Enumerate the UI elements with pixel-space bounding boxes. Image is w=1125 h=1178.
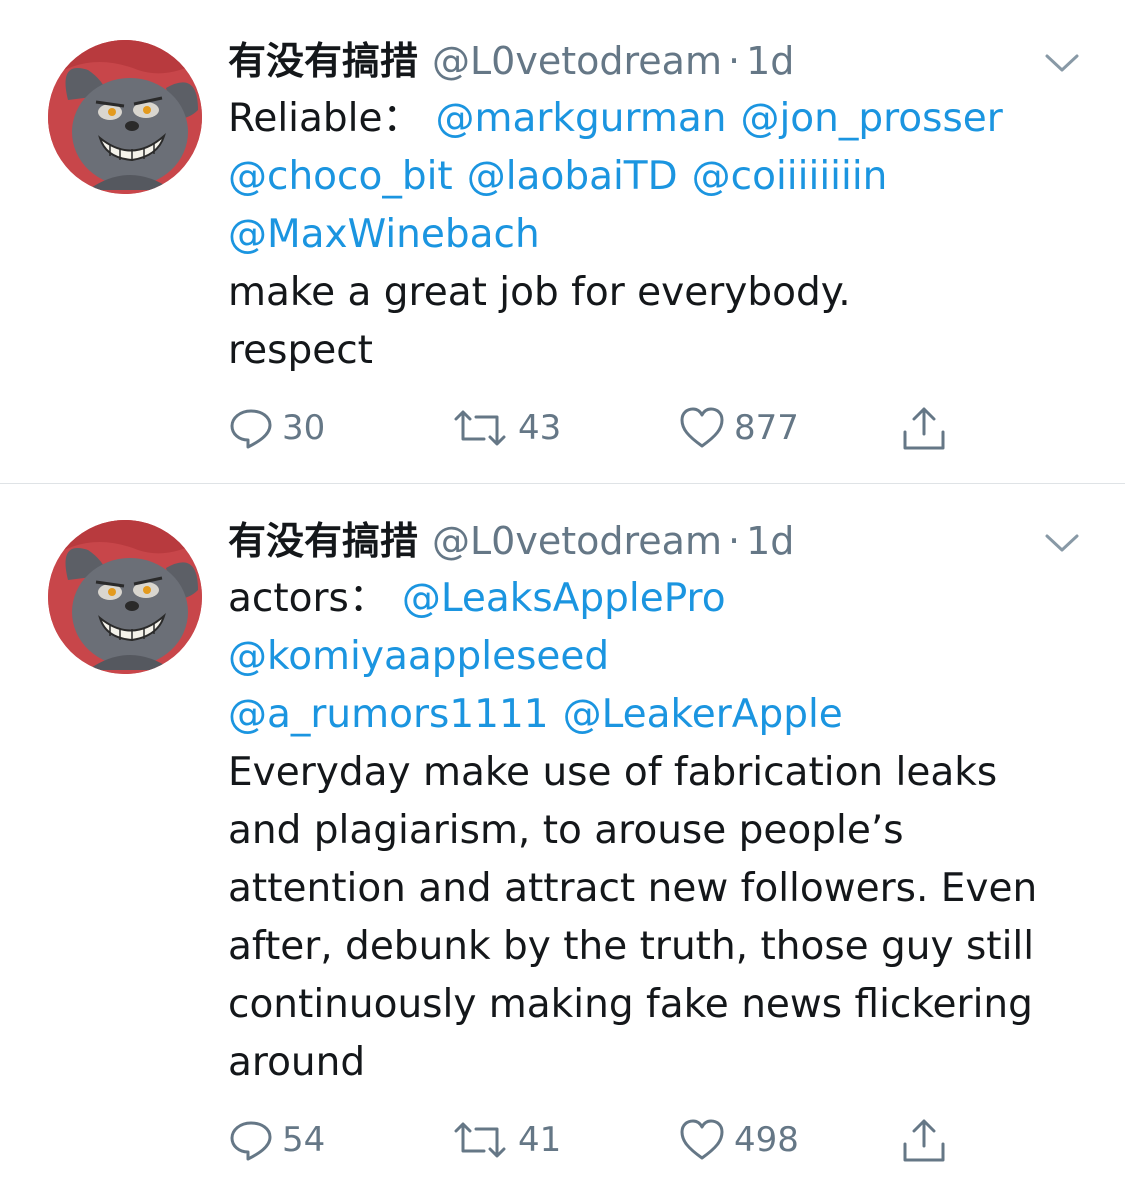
- cartoon-cat-avatar-icon: [48, 520, 202, 674]
- tweet-text-line: actors： @LeaksApplePro: [228, 570, 1088, 628]
- chevron-down-icon[interactable]: [1044, 532, 1080, 556]
- avatar[interactable]: [48, 520, 202, 674]
- tweet-header: 有没有搞措 @L0vetodream · 1d: [228, 516, 794, 566]
- tweet-text-line: @choco_bit @laobaiTD @coiiiiiiiin: [228, 148, 1088, 206]
- timestamp[interactable]: 1d: [746, 519, 794, 563]
- tweet-text-line: @a_rumors1111 @LeakerApple: [228, 686, 1088, 744]
- heart-icon: [680, 407, 724, 448]
- tweet-header: 有没有搞措 @L0vetodream · 1d: [228, 36, 794, 86]
- tweet-text-line: and plagiarism, to arouse people’s: [228, 808, 904, 853]
- share-button[interactable]: [900, 1114, 948, 1166]
- chevron-down-icon[interactable]: [1044, 52, 1080, 76]
- share-button[interactable]: [900, 402, 948, 454]
- reply-button[interactable]: 54: [228, 1114, 325, 1166]
- mention-link[interactable]: @laobaiTD: [467, 154, 678, 199]
- mention-link[interactable]: @choco_bit: [228, 154, 453, 199]
- retweet-icon: [454, 1122, 506, 1158]
- tweet-text-line: @komiyaappleseed: [228, 628, 1088, 686]
- tweet-text-line: respect: [228, 328, 373, 373]
- author-handle[interactable]: @L0vetodream: [432, 519, 722, 563]
- tweet-text-line: Reliable： @markgurman @jon_prosser: [228, 90, 1088, 148]
- reply-icon: [230, 409, 272, 449]
- separator: ·: [727, 519, 741, 563]
- share-icon: [903, 1119, 945, 1162]
- tweet-text-line: make a great job for everybody.: [228, 270, 851, 315]
- tweet-text-line: around: [228, 1040, 366, 1085]
- tweet-text-line: after, debunk by the truth, those guy st…: [228, 924, 1035, 969]
- reply-icon: [230, 1121, 272, 1161]
- text-span: actors：: [228, 576, 388, 621]
- like-count: 877: [734, 408, 799, 448]
- tweet-text: Reliable： @markgurman @jon_prosser @choco_…: [228, 90, 1088, 380]
- tweet-text-line: @MaxWinebach: [228, 206, 1088, 264]
- author-name[interactable]: 有没有搞措: [228, 519, 418, 563]
- cartoon-cat-avatar-icon: [48, 40, 202, 194]
- share-icon: [903, 407, 945, 450]
- mention-link[interactable]: @a_rumors1111: [228, 692, 549, 737]
- reply-button[interactable]: 30: [228, 402, 325, 454]
- reply-count: 54: [282, 1120, 326, 1160]
- author-handle[interactable]: @L0vetodream: [432, 39, 722, 83]
- like-button[interactable]: 877: [678, 402, 799, 454]
- separator: ·: [727, 39, 741, 83]
- retweet-button[interactable]: 43: [450, 402, 561, 454]
- retweet-button[interactable]: 41: [450, 1114, 561, 1166]
- author-name[interactable]: 有没有搞措: [228, 39, 418, 83]
- tweet-actions: 54 41 498: [228, 1114, 988, 1166]
- tweet-text: actors： @LeaksApplePro @komiyaappleseed @…: [228, 570, 1088, 1092]
- mention-link[interactable]: @LeakerApple: [563, 692, 843, 737]
- avatar[interactable]: [48, 40, 202, 194]
- retweet-icon: [454, 410, 506, 446]
- text-span: Reliable：: [228, 96, 422, 141]
- tweet-actions: 30 43 877: [228, 402, 988, 454]
- mention-link[interactable]: @LeaksApplePro: [402, 576, 726, 621]
- reply-count: 30: [282, 408, 326, 448]
- heart-icon: [680, 1119, 724, 1160]
- mention-link[interactable]: @markgurman: [436, 96, 727, 141]
- mention-link[interactable]: @komiyaappleseed: [228, 634, 609, 679]
- tweet-text-line: attention and attract new followers. Eve…: [228, 866, 1038, 911]
- mention-link[interactable]: @MaxWinebach: [228, 212, 540, 257]
- mention-link[interactable]: @jon_prosser: [740, 96, 1002, 141]
- like-button[interactable]: 498: [678, 1114, 799, 1166]
- timestamp[interactable]: 1d: [746, 39, 794, 83]
- tweet-text-line: continuously making fake news flickering: [228, 982, 1033, 1027]
- tweet[interactable]: 有没有搞措 @L0vetodream · 1d Reliable： @markgurma…: [0, 0, 1125, 483]
- retweet-count: 41: [518, 1120, 562, 1160]
- mention-link[interactable]: @coiiiiiiiin: [692, 154, 888, 199]
- retweet-count: 43: [518, 408, 562, 448]
- like-count: 498: [734, 1120, 799, 1160]
- tweet-text-line: Everyday make use of fabrication leaks: [228, 750, 998, 795]
